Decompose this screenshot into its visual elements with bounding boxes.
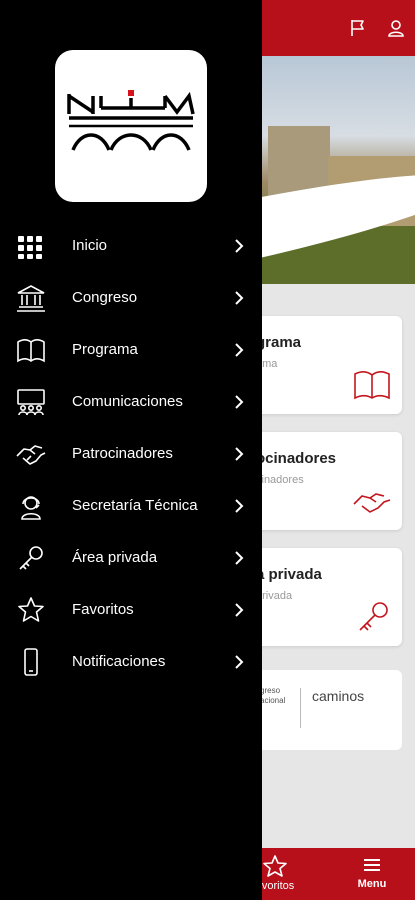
menu-item-label: Favoritos <box>72 601 134 618</box>
book-icon <box>17 338 45 363</box>
chevron-right-icon <box>235 447 244 461</box>
card-title: grama <box>256 334 302 351</box>
nav-menu-label: Menu <box>357 878 387 890</box>
star-icon <box>263 855 287 877</box>
menu-item-label: Secretaría Técnica <box>72 497 198 514</box>
hamburger-icon <box>364 859 380 871</box>
menu-item-inicio[interactable]: Inicio <box>0 220 262 272</box>
menu-item-secretaria-tecnica[interactable]: Secretaría Técnica <box>0 480 262 532</box>
congress-logo <box>55 50 207 202</box>
phone-icon <box>24 648 38 676</box>
chevron-right-icon <box>235 239 244 253</box>
menu-item-label: Comunicaciones <box>72 393 183 410</box>
chevron-right-icon <box>235 551 244 565</box>
nav-menu[interactable]: Menu <box>350 854 394 890</box>
menu-item-label: Inicio <box>72 237 108 254</box>
handshake-icon <box>16 445 46 465</box>
congreso-logo-text: greso acional <box>260 686 286 705</box>
menu-item-patrocinadores[interactable]: Patrocinadores <box>0 428 262 480</box>
support-agent-icon <box>21 496 41 520</box>
menu-item-label: Congreso <box>72 289 138 306</box>
chevron-right-icon <box>235 291 244 305</box>
key-icon <box>19 546 43 570</box>
menu-item-programa[interactable]: Programa <box>0 324 262 376</box>
menu-item-label: Notificaciones <box>72 653 166 670</box>
drawer-menu: Inicio Congreso Programa Comunicaciones … <box>0 220 262 688</box>
card-title: ocinadores <box>256 450 337 467</box>
menu-item-notificaciones[interactable]: Notificaciones <box>0 636 262 688</box>
chevron-right-icon <box>235 655 244 669</box>
star-icon <box>18 597 44 622</box>
card-subtitle: cinadores <box>256 474 304 486</box>
bridge-logo-icon <box>67 90 195 151</box>
menu-item-congreso[interactable]: Congreso <box>0 272 262 324</box>
book-icon <box>354 371 390 400</box>
presentation-icon <box>17 389 45 416</box>
chevron-right-icon <box>235 343 244 357</box>
menu-item-favoritos[interactable]: Favoritos <box>0 584 262 636</box>
menu-item-label: Área privada <box>72 549 158 566</box>
user-icon[interactable] <box>386 18 406 38</box>
handshake-icon <box>353 493 391 513</box>
caminos-logo-text: caminos <box>312 688 365 704</box>
grid-icon <box>18 236 42 259</box>
logo-divider <box>300 688 301 728</box>
menu-item-label: Patrocinadores <box>72 445 173 462</box>
menu-item-area-privada[interactable]: Área privada <box>0 532 262 584</box>
navigation-drawer: Inicio Congreso Programa Comunicaciones … <box>0 0 262 900</box>
flag-icon[interactable] <box>348 18 368 38</box>
institution-icon <box>17 285 45 312</box>
menu-item-label: Programa <box>72 341 138 358</box>
chevron-right-icon <box>235 395 244 409</box>
menu-item-comunicaciones[interactable]: Comunicaciones <box>0 376 262 428</box>
chevron-right-icon <box>235 603 244 617</box>
chevron-right-icon <box>235 499 244 513</box>
key-icon <box>359 602 388 631</box>
card-title: a privada <box>256 566 322 583</box>
